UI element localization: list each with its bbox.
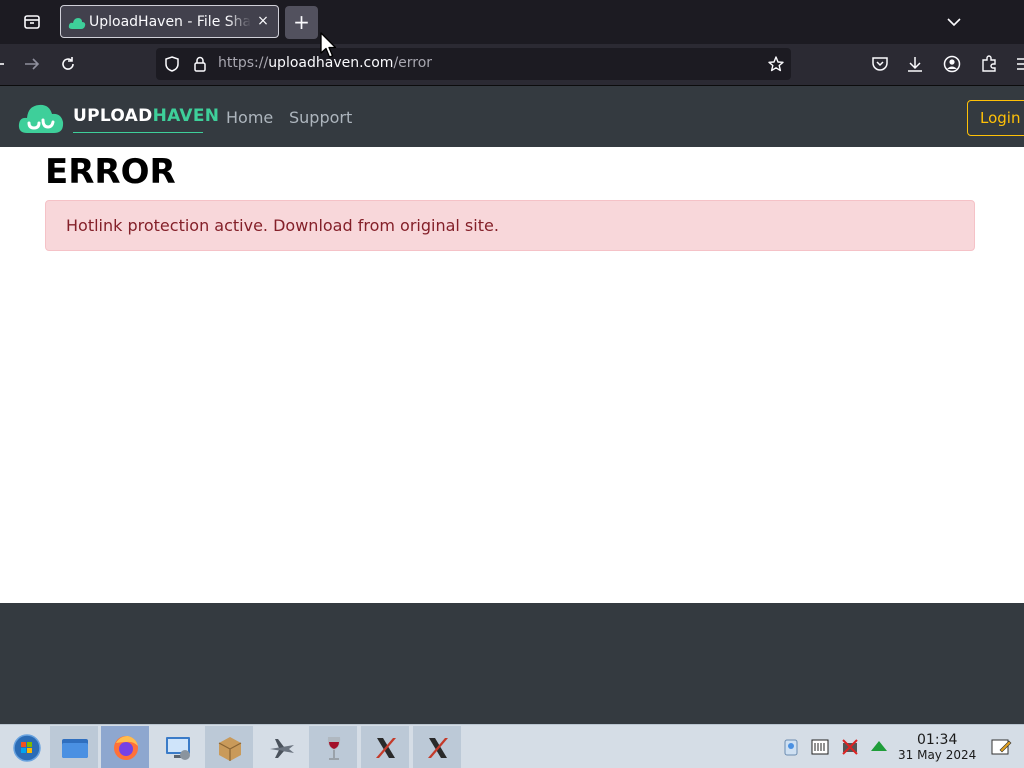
wine-icon[interactable] — [309, 726, 357, 768]
menu-icon[interactable] — [1014, 54, 1024, 74]
chevron-down-icon[interactable] — [944, 12, 964, 32]
update-arrow-icon[interactable] — [869, 737, 889, 757]
account-icon[interactable] — [942, 54, 962, 74]
error-alert: Hotlink protection active. Download from… — [45, 200, 975, 251]
airplane-icon[interactable] — [257, 726, 305, 768]
notes-icon[interactable] — [990, 737, 1012, 757]
download-icon[interactable] — [905, 54, 925, 74]
site-header: UPLOADHAVEN Home Support Login — [0, 86, 1024, 147]
package-icon[interactable] — [205, 726, 253, 768]
page-title: ERROR — [45, 152, 176, 192]
site-footer — [0, 603, 1024, 724]
brand-underline — [73, 132, 203, 133]
tab-strip: UploadHaven - File Sharing × + — [0, 0, 1024, 44]
x-app-icon[interactable] — [361, 726, 409, 768]
brand-part-2: HAVEN — [152, 106, 220, 126]
clipboard-icon[interactable] — [781, 737, 801, 757]
tab-list-icon[interactable] — [20, 10, 44, 34]
address-bar[interactable]: https://uploadhaven.com/error — [156, 48, 791, 80]
brand-part-1: UPLOAD — [73, 106, 153, 126]
browser-tab[interactable]: UploadHaven - File Sharing × — [60, 5, 279, 38]
brand-name: UPLOADHAVEN — [73, 106, 219, 126]
taskbar: 01:34 31 May 2024 — [0, 724, 1024, 768]
start-orb-icon[interactable] — [2, 726, 50, 768]
cloud-icon — [68, 15, 86, 29]
file-manager-icon[interactable] — [50, 726, 98, 768]
new-tab-button[interactable]: + — [285, 6, 318, 39]
reload-icon[interactable] — [58, 54, 78, 74]
battery-icon[interactable] — [810, 737, 830, 757]
nav-home-link[interactable]: Home — [226, 108, 273, 127]
pocket-icon[interactable] — [870, 54, 890, 74]
system-settings-icon[interactable] — [153, 726, 201, 768]
nav-support-link[interactable]: Support — [289, 108, 352, 127]
firefox-icon[interactable] — [101, 726, 149, 768]
site-logo[interactable]: UPLOADHAVEN — [17, 95, 219, 137]
url-path: /error — [393, 55, 433, 71]
mouse-cursor-icon — [320, 32, 338, 60]
url-scheme: https:// — [218, 55, 269, 71]
tab-close-button[interactable]: × — [254, 12, 272, 30]
x-app-icon-2[interactable] — [413, 726, 461, 768]
shield-icon[interactable] — [163, 55, 181, 73]
tab-title: UploadHaven - File Sharing — [89, 14, 251, 30]
cloud-logo-icon — [18, 104, 64, 133]
back-icon[interactable] — [0, 54, 14, 74]
lock-icon[interactable] — [191, 55, 209, 73]
navigation-toolbar: https://uploadhaven.com/error — [0, 44, 1024, 86]
forward-icon[interactable] — [22, 54, 42, 74]
bookmark-star-icon[interactable] — [767, 55, 785, 73]
network-muted-icon[interactable] — [840, 737, 860, 757]
clock-time[interactable]: 01:34 — [917, 732, 957, 748]
extensions-icon[interactable] — [979, 54, 999, 74]
login-button[interactable]: Login — [967, 100, 1024, 136]
clock-date[interactable]: 31 May 2024 — [898, 748, 976, 762]
